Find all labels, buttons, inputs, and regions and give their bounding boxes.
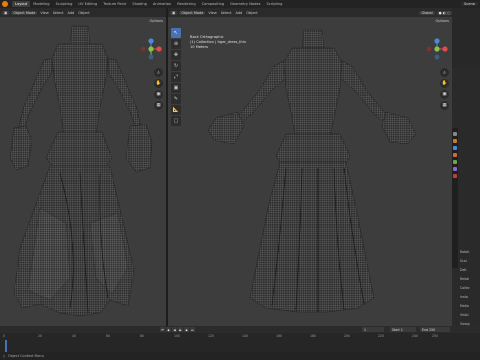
- jump-start-icon[interactable]: ⏮: [160, 327, 165, 332]
- camera-view-icon[interactable]: ▣: [154, 90, 163, 99]
- tab-layout[interactable]: Layout: [12, 1, 31, 7]
- navigation-gizmo-right[interactable]: [424, 36, 450, 62]
- prop-rotation[interactable]: Rotati: [460, 248, 470, 257]
- scene-selector[interactable]: Scene: [461, 2, 478, 6]
- prop-scale[interactable]: Scal: [460, 257, 470, 266]
- ortho-toggle-icon[interactable]: ▦: [154, 101, 163, 110]
- frame-tick: 200: [344, 334, 351, 338]
- prev-keyframe-icon[interactable]: ◆: [166, 327, 171, 332]
- status-bar: 🖱 Object Context Menu: [0, 352, 480, 360]
- properties-tabs: [452, 128, 458, 268]
- end-label: End: [422, 327, 429, 332]
- timeline-header: ⏮ ◆ ◀ ▶ ◆ ⏭ 1 Start 1 End 250: [0, 326, 480, 333]
- play-icon[interactable]: ▶: [178, 327, 183, 332]
- prop-visibility[interactable]: Visibi: [460, 311, 470, 320]
- frame-tick: 140: [242, 334, 249, 338]
- frame-tick: 240: [412, 334, 419, 338]
- tab-compositing[interactable]: Compositing: [199, 1, 228, 7]
- frame-tick: 80: [140, 334, 145, 338]
- prop-delta[interactable]: Delt: [460, 266, 470, 275]
- left-3d-viewport[interactable]: ▣ Object Mode View Select Add Object Opt…: [0, 8, 166, 326]
- navigation-gizmo-left[interactable]: [138, 36, 164, 62]
- prop-motion-paths[interactable]: Motio: [460, 302, 470, 311]
- timeline-editor[interactable]: ⏮ ◆ ◀ ▶ ◆ ⏭ 1 Start 1 End 250 0 20 40 60…: [0, 326, 480, 352]
- playback-controls: ⏮ ◆ ◀ ▶ ◆ ⏭: [160, 326, 195, 333]
- frame-tick: 160: [276, 334, 283, 338]
- start-value: 1: [400, 327, 403, 332]
- physics-tab-icon[interactable]: [453, 153, 457, 157]
- zoom-view-icon-right[interactable]: ⌕: [440, 68, 449, 77]
- outliner-panel[interactable]: [452, 8, 480, 68]
- material-tab-icon[interactable]: [453, 174, 457, 178]
- status-hint-text: Object Context Menu: [8, 354, 44, 358]
- ortho-toggle-icon-right[interactable]: ▦: [440, 101, 449, 110]
- frame-tick: 120: [208, 334, 215, 338]
- tab-sculpting[interactable]: Sculpting: [53, 1, 76, 7]
- tab-rendering[interactable]: Rendering: [174, 1, 198, 7]
- end-value: 250: [429, 327, 436, 332]
- play-reverse-icon[interactable]: ◀: [172, 327, 177, 332]
- frame-tick: 180: [310, 334, 317, 338]
- frame-tick: 20: [38, 334, 43, 338]
- prop-collections[interactable]: Collec: [460, 284, 470, 293]
- object-tab-icon[interactable]: [453, 139, 457, 143]
- frame-tick: 220: [378, 334, 385, 338]
- constraint-tab-icon[interactable]: [453, 160, 457, 164]
- start-label: Start: [392, 327, 400, 332]
- frame-tick: 0: [3, 334, 6, 338]
- frame-tick: 100: [174, 334, 181, 338]
- next-keyframe-icon[interactable]: ◆: [184, 327, 189, 332]
- properties-editor[interactable]: Rotati Scal Delt Relati Collec Insta Mot…: [452, 8, 480, 344]
- tab-geometry-nodes[interactable]: Geometry Nodes: [227, 1, 263, 7]
- end-frame-field[interactable]: End 250: [420, 327, 450, 332]
- frame-tick: 60: [106, 334, 111, 338]
- prop-relations[interactable]: Relati: [460, 275, 470, 284]
- data-tab-icon[interactable]: [453, 167, 457, 171]
- zoom-view-icon[interactable]: ⌕: [154, 68, 163, 77]
- right-3d-viewport[interactable]: ▣ Object Mode View Select Add Object Glo…: [168, 8, 452, 326]
- modifier-tab-icon[interactable]: [453, 146, 457, 150]
- current-frame-field[interactable]: 1: [362, 327, 384, 332]
- camera-view-icon-right[interactable]: ▣: [440, 90, 449, 99]
- tab-modeling[interactable]: Modeling: [30, 1, 52, 7]
- pan-view-icon-right[interactable]: ✋: [440, 79, 449, 88]
- prop-instancing[interactable]: Insta: [460, 293, 470, 302]
- tool-tab-icon[interactable]: [453, 132, 457, 136]
- tab-uv-editing[interactable]: UV Editing: [75, 1, 100, 7]
- workspace-topbar: Layout Modeling Sculpting UV Editing Tex…: [0, 0, 480, 8]
- frame-tick: 40: [72, 334, 77, 338]
- frame-ruler[interactable]: 0 20 40 60 80 100 120 140 160 180 200 22…: [0, 334, 480, 339]
- start-frame-field[interactable]: Start 1: [390, 327, 416, 332]
- frame-tick: 250: [432, 334, 439, 338]
- tab-shading[interactable]: Shading: [129, 1, 150, 7]
- jump-end-icon[interactable]: ⏭: [190, 327, 195, 332]
- playhead[interactable]: [5, 340, 7, 352]
- tab-scripting[interactable]: Scripting: [263, 1, 285, 7]
- tab-animation[interactable]: Animation: [150, 1, 174, 7]
- blender-logo-icon[interactable]: [2, 1, 8, 7]
- mouse-icon: 🖱: [3, 354, 6, 358]
- pan-view-icon[interactable]: ✋: [154, 79, 163, 88]
- dress-mesh-back[interactable]: [168, 8, 452, 326]
- tab-texture-paint[interactable]: Texture Paint: [100, 1, 129, 7]
